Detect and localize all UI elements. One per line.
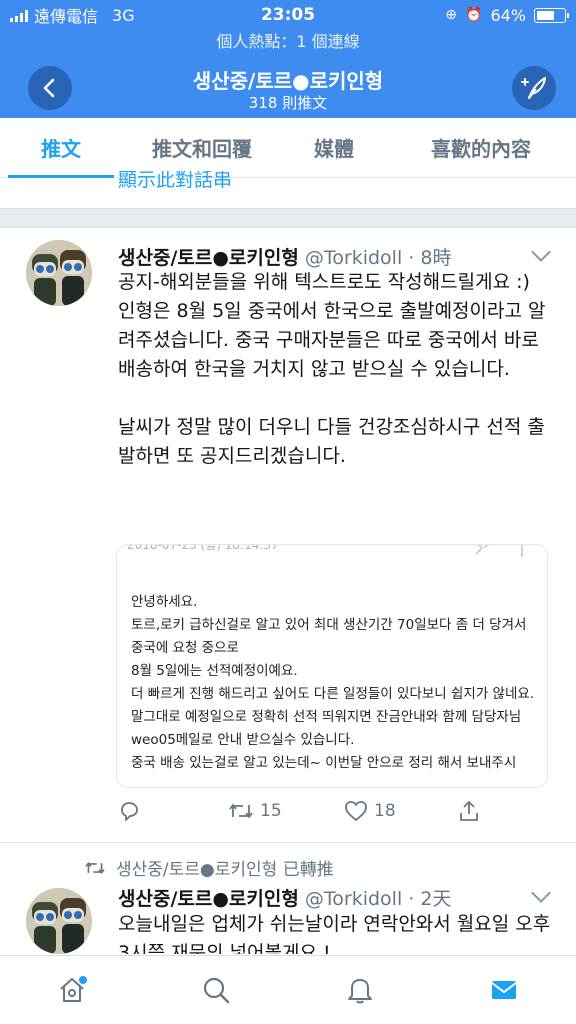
- like-count: 18: [374, 801, 396, 821]
- tweet-time[interactable]: · 2天: [408, 888, 451, 910]
- messages-icon: [491, 981, 517, 999]
- author-name[interactable]: 생산중/토르●로키인형: [118, 888, 299, 910]
- tweet-paragraph: 공지-해외분들을 위해 텍스트로도 작성해드릴게요 :) 인형은 8월 5일 중…: [118, 271, 546, 380]
- retweet-icon: [229, 804, 253, 818]
- reply-icon: [121, 802, 138, 821]
- battery-percent: 64%: [490, 5, 526, 25]
- orientation-lock-icon: ⊕: [445, 7, 457, 23]
- show-thread-link[interactable]: 顯示此對話串: [118, 171, 232, 189]
- retweeted-by[interactable]: 생산중/토르●로키인형 已轉推: [84, 855, 334, 880]
- tweet-paragraph: 날씨가 정말 많이 더우니 다들 건강조심하시구 선적 출발하면 또 공지드리겠…: [118, 416, 545, 467]
- image-line: 더 빠르게 진행 해드리고 싶어도 다른 일정들이 있다보니 쉽지가 않네요.: [131, 686, 535, 702]
- carrier-name: 遠傳電信: [34, 7, 99, 26]
- reply-button[interactable]: [118, 800, 140, 822]
- author-name[interactable]: 생산중/토르●로키인형: [118, 247, 299, 269]
- retweet-button[interactable]: 15: [228, 800, 282, 822]
- tab-tweets-label: 推文: [41, 137, 81, 161]
- author-handle[interactable]: @Torkidoll: [305, 888, 402, 910]
- chevron-down-icon[interactable]: [531, 883, 551, 903]
- retweeted-by-label: 생산중/토르●로키인형 已轉推: [116, 860, 334, 880]
- retweet-count: 15: [260, 801, 282, 821]
- tweet-text[interactable]: 오늘내일은 업체가 쉬는날이라 연락안와서 월요일 오후 3시쯤 재문의 넣어볼…: [118, 910, 558, 954]
- tweet-text[interactable]: 공지-해외분들을 위해 텍스트로도 작성해드릴게요 :) 인형은 8월 5일 중…: [118, 268, 558, 471]
- alarm-icon: ⏰: [465, 7, 483, 23]
- avatar[interactable]: [26, 240, 92, 306]
- bottom-tab-bar: [0, 955, 576, 1024]
- like-icon: [345, 801, 367, 821]
- chevron-down-icon[interactable]: [531, 242, 551, 262]
- tab-likes[interactable]: 喜歡的內容: [386, 118, 576, 177]
- image-line: 중국 배송 있는걸로 알고 있는데~ 이번달 안으로 정리 해서 보내주시: [131, 755, 517, 771]
- tweet-paragraph: 오늘내일은 업체가 쉬는날이라 연락안와서 월요일 오후 3시쯤 재문의 넣어볼…: [118, 913, 557, 954]
- signal-icon: [10, 8, 28, 22]
- tweet-image[interactable]: 2018-07-25 (월) 18:14:37 안녕하세요. 토르,로키 급하신…: [116, 544, 548, 788]
- profile-tabs: 推文 推文和回覆 媒體 喜歡的內容: [0, 118, 576, 178]
- notifications-icon: [348, 979, 372, 1004]
- image-line: 안녕하세요.: [131, 594, 198, 610]
- expand-icon: [475, 545, 489, 555]
- hotspot-banner[interactable]: 個人熱點：1 個連線: [0, 30, 576, 56]
- tweet-count: 318 則推文: [248, 94, 328, 112]
- image-line: 토르,로키 급하신걸로 알고 있어 최대 생산기간 70일보다 좀 더 당겨서 …: [131, 617, 527, 656]
- tweet-divider: [0, 842, 576, 843]
- share-icon: [460, 801, 478, 821]
- author-handle[interactable]: @Torkidoll: [305, 247, 402, 269]
- profile-name: 생산중/토르●로키인형: [192, 69, 384, 93]
- compose-tweet-button[interactable]: [512, 66, 556, 110]
- tweet-actions: 15 18: [118, 800, 558, 834]
- status-bar: 遠傳電信 3G 23:05 ⊕ ⏰ 64%: [0, 0, 576, 30]
- section-separator: [0, 208, 576, 228]
- avatar[interactable]: [26, 888, 92, 954]
- network-type: 3G: [112, 5, 135, 25]
- image-line: 8월 5일에는 선적예정이예요.: [131, 663, 298, 679]
- tweet-header: 생산중/토르●로키인형 @Torkidoll · 2天: [118, 884, 451, 911]
- like-button[interactable]: 18: [344, 800, 396, 822]
- tab-media[interactable]: 媒體: [282, 118, 386, 177]
- notifications-tab[interactable]: [342, 972, 378, 1008]
- tab-tweets-replies[interactable]: 推文和回覆: [122, 118, 282, 177]
- tab-media-label: 媒體: [314, 137, 354, 161]
- tab-tweets[interactable]: 推文: [0, 118, 122, 178]
- home-icon: [60, 976, 87, 1002]
- pin-icon: [516, 545, 528, 557]
- tab-likes-label: 喜歡的內容: [431, 137, 531, 161]
- image-line: 말그대로 예정일으로 정확히 선적 띄워지면 잔금안내와 함께 담당자님 weo…: [131, 709, 522, 748]
- share-button[interactable]: [458, 800, 480, 822]
- image-message-text: 안녕하세요. 토르,로키 급하신걸로 알고 있어 최대 생산기간 70일보다 좀…: [131, 591, 541, 775]
- search-icon: [203, 977, 230, 1004]
- compose-icon: [521, 77, 546, 99]
- battery-icon: [534, 7, 569, 23]
- messages-tab[interactable]: [486, 972, 522, 1008]
- tab-tweets-replies-label: 推文和回覆: [152, 137, 252, 161]
- tweet-header: 생산중/토르●로키인형 @Torkidoll · 8時: [118, 243, 451, 270]
- search-tab[interactable]: [198, 972, 234, 1008]
- retweet-icon: [85, 861, 105, 874]
- tweet-time[interactable]: · 8時: [408, 247, 451, 269]
- profile-header: 생산중/토르●로키인형 318 則推文: [0, 56, 576, 118]
- doll-avatar-image: [26, 240, 92, 306]
- home-tab[interactable]: [54, 972, 90, 1008]
- doll-avatar-image: [26, 888, 92, 954]
